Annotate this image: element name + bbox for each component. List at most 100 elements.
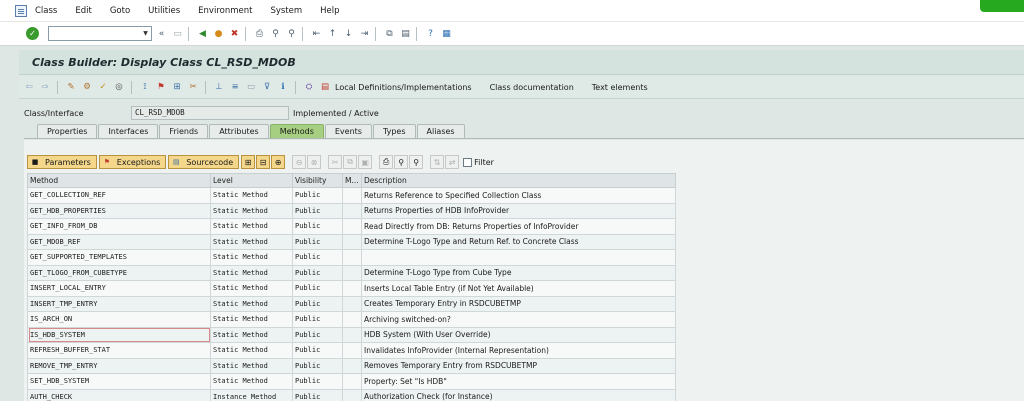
table-row[interactable]: SET_HDB_SYSTEM Static Method Public Propert… [27,373,676,390]
visibility-cell[interactable]: Public [292,202,343,219]
modeled-cell[interactable] [342,280,362,297]
table-row[interactable]: GET_SUPPORTED_TEMPLATES Static Method Publ… [27,249,676,266]
command-input[interactable] [49,27,141,40]
method-cell[interactable]: GET_MDOB_REF [27,233,211,250]
table-row[interactable]: GET_MDOB_REF Static Method Public Determine… [27,233,676,250]
modeled-cell[interactable] [342,202,362,219]
description-cell[interactable]: Returns Properties of HDB InfoProvider [361,202,676,219]
print-icon[interactable]: ⎙ [253,27,266,40]
next-page-icon[interactable]: ↓ [342,27,355,40]
method-cell[interactable]: IS_HDB_SYSTEM [27,326,211,343]
table-row[interactable]: REFRESH_BUFFER_STAT Static Method Public In… [27,342,676,359]
menu-edit[interactable]: Edit [75,6,91,16]
method-cell[interactable]: REFRESH_BUFFER_STAT [27,342,211,359]
visibility-cell[interactable]: Public [292,218,343,235]
method-cell[interactable]: GET_TLOGO_FROM_CUBETYPE [27,264,211,281]
visibility-cell[interactable]: Public [292,311,343,328]
tab-events[interactable]: Events [324,124,372,139]
last-page-icon[interactable]: ⇥ [358,27,371,40]
table-row[interactable]: GET_HDB_PROPERTIES Static Method Public Ret… [27,202,676,219]
column-header-method[interactable]: Method [27,173,211,188]
find-icon[interactable]: ⚲ [394,155,409,169]
method-cell[interactable]: INSERT_TMP_ENTRY [27,295,211,312]
visibility-cell[interactable]: Public [292,342,343,359]
display-change-icon[interactable]: ✎ [65,81,77,93]
app-menu-icon[interactable] [15,4,27,17]
cut-icon[interactable]: ✂ [328,155,343,169]
modeled-cell[interactable] [342,295,362,312]
tab-interfaces[interactable]: Interfaces [98,124,159,139]
table-row[interactable]: GET_COLLECTION_REF Static Method Public Ret… [27,187,676,204]
table-row[interactable]: AUTH_CHECK Instance Method Public Authoriza… [27,388,676,401]
level-cell[interactable]: Instance Method [210,388,293,401]
table-row[interactable]: IS_ARCH_ON Static Method Public Archiving s… [27,311,676,328]
description-cell[interactable]: Inserts Local Table Entry (if Not Yet Av… [361,280,676,297]
method-cell[interactable]: SET_HDB_SYSTEM [27,373,211,390]
level-cell[interactable]: Static Method [210,249,293,266]
method-cell[interactable]: GET_INFO_FROM_DB [27,218,211,235]
level-cell[interactable]: Static Method [210,311,293,328]
enter-icon[interactable]: ✓ [26,27,39,40]
table-row[interactable]: REMOVE_TMP_ENTRY Static Method Public Remov… [27,357,676,374]
detail-view-icon[interactable]: ⊟ [256,155,271,169]
visibility-cell[interactable]: Public [292,280,343,297]
display-object-icon[interactable]: ✂ [187,81,199,93]
back-arrow-icon[interactable]: ⇦ [23,81,35,93]
filter-option[interactable]: Filter [463,157,494,167]
table-row[interactable]: IS_HDB_SYSTEM Static Method Public HDB Syst… [27,326,676,343]
delete-row-icon[interactable]: ⊖ [292,155,307,169]
description-cell[interactable]: Returns Reference to Specified Collectio… [361,187,676,204]
menu-system[interactable]: System [270,6,302,16]
previous-page-icon[interactable]: ↑ [326,27,339,40]
column-header-visibility[interactable]: Visibility [292,173,343,188]
forward-arrow-icon[interactable]: ⇨ [39,81,51,93]
cancel-icon[interactable]: ✖ [228,27,241,40]
visibility-cell[interactable]: Public [292,264,343,281]
table-row[interactable]: INSERT_LOCAL_ENTRY Static Method Public Ins… [27,280,676,297]
exit-icon[interactable]: ● [212,27,225,40]
sourcecode-button[interactable]: ▤ Sourcecode [168,155,240,169]
modeled-cell[interactable] [342,187,362,204]
modeled-cell[interactable] [342,326,362,343]
description-cell[interactable]: Creates Temporary Entry in RSDCUBETMP [361,295,676,312]
check-icon[interactable]: ✓ [97,81,109,93]
description-cell[interactable]: HDB System (With User Override) [361,326,676,343]
menu-goto[interactable]: Goto [110,6,130,16]
level-cell[interactable]: Static Method [210,326,293,343]
level-cell[interactable]: Static Method [210,280,293,297]
method-cell[interactable]: GET_HDB_PROPERTIES [27,202,211,219]
description-cell[interactable]: Archiving switched-on? [361,311,676,328]
menu-environment[interactable]: Environment [198,6,252,16]
menu-class[interactable]: Class [35,6,57,16]
table-row[interactable]: GET_TLOGO_FROM_CUBETYPE Static Method Publ… [27,264,676,281]
description-cell[interactable]: Read Directly from DB: Returns Propertie… [361,218,676,235]
tab-types[interactable]: Types [372,124,416,139]
filter-checkbox[interactable] [463,157,473,167]
visibility-cell[interactable]: Public [292,187,343,204]
level-cell[interactable]: Static Method [210,264,293,281]
tab-properties[interactable]: Properties [37,124,98,139]
save-icon[interactable]: ▭ [171,27,184,40]
column-header-level[interactable]: Level [210,173,293,188]
find-next-icon[interactable]: ⚲ [285,27,298,40]
modeled-cell[interactable] [342,218,362,235]
visibility-cell[interactable]: Public [292,326,343,343]
back-icon[interactable]: ◀ [196,27,209,40]
info-icon[interactable]: ℹ [277,81,289,93]
help-icon[interactable]: ? [424,27,437,40]
local-definitions-button[interactable]: Local Definitions/Implementations [335,83,472,92]
text-elements-button[interactable]: Text elements [592,83,648,92]
customize-layout-icon[interactable]: ▦ [440,27,453,40]
compare-icon[interactable]: ⇄ [445,155,460,169]
tab-aliases[interactable]: Aliases [416,124,465,139]
modeled-cell[interactable] [342,264,362,281]
method-cell[interactable]: GET_SUPPORTED_TEMPLATES [27,249,211,266]
modeled-cell[interactable] [342,342,362,359]
table-row[interactable]: INSERT_TMP_ENTRY Static Method Public Creat… [27,295,676,312]
level-cell[interactable]: Static Method [210,218,293,235]
find-next-icon[interactable]: ⚲ [409,155,424,169]
chevron-down-icon[interactable]: ▼ [141,28,150,39]
tab-friends[interactable]: Friends [159,124,209,139]
copy-icon[interactable]: ⧉ [343,155,358,169]
other-object-icon[interactable]: ⚙ [81,81,93,93]
